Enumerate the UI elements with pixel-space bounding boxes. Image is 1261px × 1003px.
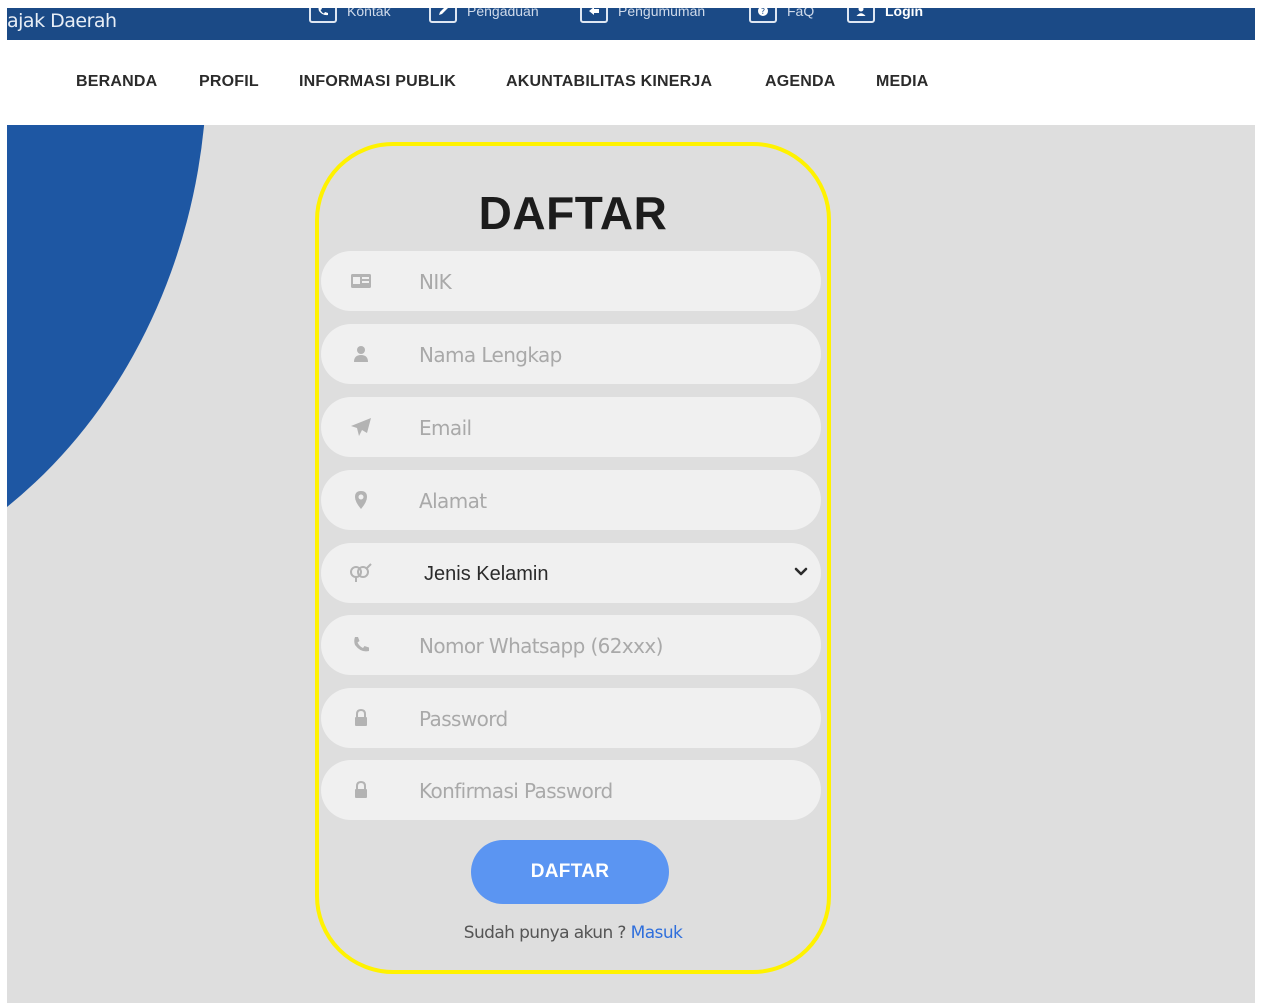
- email-placeholder: Email: [419, 416, 472, 440]
- login-prompt: Sudah punya akun ? Masuk: [319, 923, 827, 943]
- register-form: DAFTAR NIK Nama Lengkap Email Alamat Jen…: [315, 142, 831, 974]
- password-field[interactable]: Password: [321, 688, 821, 748]
- announcement-link[interactable]: Pengumuman: [580, 8, 705, 26]
- complaint-link-label: Pengaduan: [467, 8, 539, 19]
- login-link-label: Login: [885, 8, 924, 19]
- question-icon: ?: [749, 8, 777, 23]
- top-bar: ajak Daerah Kontak Pengaduan Pengumuman …: [7, 8, 1255, 40]
- nav-item-beranda[interactable]: BERANDA: [76, 73, 157, 91]
- contact-link[interactable]: Kontak: [309, 8, 391, 26]
- email-field[interactable]: Email: [321, 397, 821, 457]
- phone-icon: [347, 635, 375, 655]
- faq-link-label: FaQ: [787, 8, 815, 19]
- full-name-placeholder: Nama Lengkap: [419, 343, 562, 367]
- nav-item-profil[interactable]: PROFIL: [199, 73, 259, 91]
- whatsapp-field[interactable]: Nomor Whatsapp (62xxx): [321, 615, 821, 675]
- whatsapp-placeholder: Nomor Whatsapp (62xxx): [419, 634, 663, 658]
- decorative-arc: [7, 125, 207, 605]
- map-marker-icon: [347, 490, 375, 510]
- phone-icon: [309, 8, 337, 23]
- login-link-masuk[interactable]: Masuk: [631, 923, 683, 943]
- login-link[interactable]: Login: [847, 8, 923, 26]
- edit-icon: [429, 8, 457, 23]
- user-icon: [347, 344, 375, 364]
- login-prompt-text: Sudah punya akun ?: [463, 923, 627, 943]
- confirm-password-placeholder: Konfirmasi Password: [419, 779, 613, 803]
- address-field[interactable]: Alamat: [321, 470, 821, 530]
- paper-plane-icon: [347, 417, 375, 437]
- chevron-down-icon: [793, 564, 809, 580]
- gender-select[interactable]: Jenis Kelamin: [321, 543, 821, 603]
- page: ajak Daerah Kontak Pengaduan Pengumuman …: [0, 0, 1261, 1003]
- form-title: DAFTAR: [478, 187, 668, 239]
- main-nav: BERANDA PROFIL INFORMASI PUBLIK AKUNTABI…: [7, 40, 1255, 125]
- nav-item-informasi-publik[interactable]: INFORMASI PUBLIK: [299, 73, 456, 91]
- faq-link[interactable]: ? FaQ: [749, 8, 814, 26]
- nik-field[interactable]: NIK: [321, 251, 821, 311]
- user-icon: [847, 8, 875, 23]
- nav-item-media[interactable]: MEDIA: [876, 73, 929, 91]
- contact-link-label: Kontak: [347, 8, 391, 19]
- svg-text:?: ?: [761, 8, 765, 16]
- nav-item-agenda[interactable]: AGENDA: [765, 73, 836, 91]
- nav-item-akuntabilitas-kinerja[interactable]: AKUNTABILITAS KINERJA: [506, 73, 712, 91]
- announcement-link-label: Pengumuman: [618, 8, 706, 19]
- lock-icon: [347, 780, 375, 800]
- gender-select-value: Jenis Kelamin: [424, 563, 549, 585]
- complaint-link[interactable]: Pengaduan: [429, 8, 539, 26]
- announcement-icon: [580, 8, 608, 23]
- address-placeholder: Alamat: [419, 489, 487, 513]
- gender-icon: [347, 563, 375, 583]
- password-placeholder: Password: [419, 707, 508, 731]
- confirm-password-field[interactable]: Konfirmasi Password: [321, 760, 821, 820]
- lock-icon: [347, 708, 375, 728]
- nik-placeholder: NIK: [419, 270, 452, 294]
- full-name-field[interactable]: Nama Lengkap: [321, 324, 821, 384]
- site-brand: ajak Daerah: [7, 10, 117, 32]
- register-button[interactable]: DAFTAR: [471, 840, 669, 904]
- id-card-icon: [347, 271, 375, 291]
